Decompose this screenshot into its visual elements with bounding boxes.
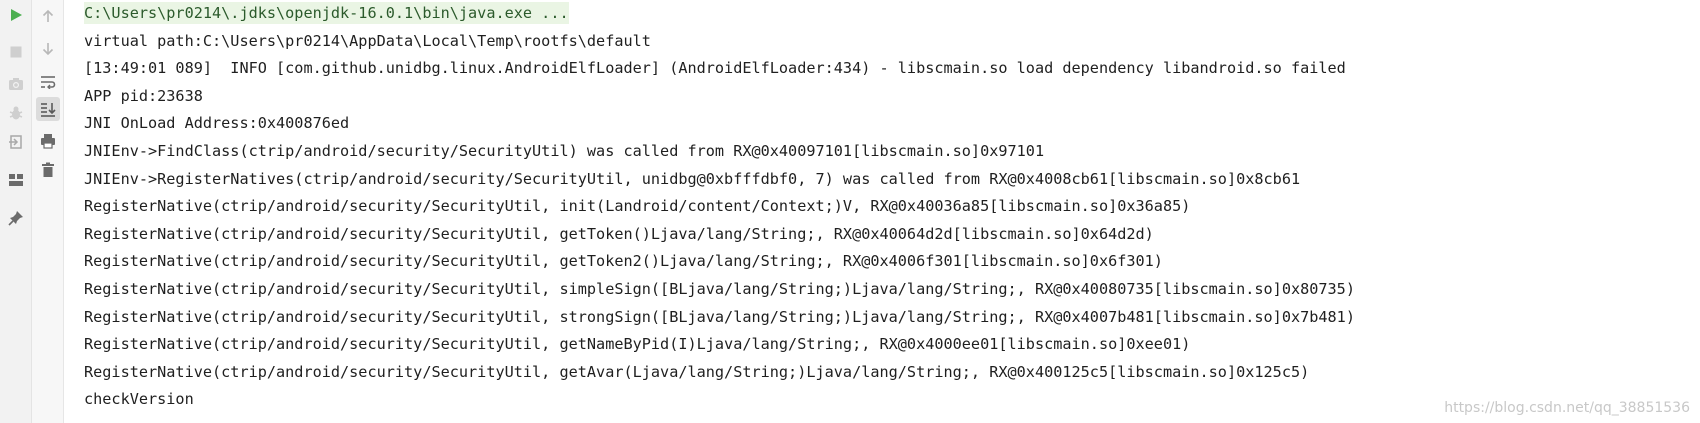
- console-line: RegisterNative(ctrip/android/security/Se…: [84, 335, 1191, 354]
- stop-button[interactable]: [4, 40, 28, 64]
- console-line: JNIEnv->FindClass(ctrip/android/security…: [84, 141, 1045, 160]
- console-line: RegisterNative(ctrip/android/security/Se…: [84, 307, 1355, 326]
- console-line: APP pid:23638: [84, 86, 203, 105]
- camera-icon: [9, 78, 23, 90]
- layout-icon: [9, 174, 23, 186]
- previous-occurrence-button[interactable]: [36, 4, 60, 28]
- run-toolbar: [0, 0, 32, 423]
- scroll-to-end-icon: [41, 103, 56, 117]
- trash-icon: [42, 162, 54, 177]
- exit-button[interactable]: [4, 130, 28, 154]
- print-icon: [41, 134, 55, 149]
- rerun-button[interactable]: [4, 3, 28, 27]
- console-line: JNI OnLoad Address:0x400876ed: [84, 114, 350, 133]
- arrow-up-icon: [42, 9, 54, 22]
- console-line: [13:49:01 089] INFO [com.github.unidbg.l…: [84, 59, 1346, 78]
- print-button[interactable]: [36, 129, 60, 153]
- command-text[interactable]: C:\Users\pr0214\.jdks\openjdk-16.0.1\bin…: [84, 2, 569, 24]
- console-line: RegisterNative(ctrip/android/security/Se…: [84, 279, 1355, 298]
- exit-icon: [9, 135, 22, 149]
- console-line: RegisterNative(ctrip/android/security/Se…: [84, 197, 1191, 216]
- console-line: RegisterNative(ctrip/android/security/Se…: [84, 224, 1154, 243]
- console-line: virtual path:C:\Users\pr0214\AppData\Loc…: [84, 31, 651, 50]
- console-line: RegisterNative(ctrip/android/security/Se…: [84, 252, 1163, 271]
- scroll-to-end-button[interactable]: [36, 97, 60, 121]
- dump-threads-button[interactable]: [4, 72, 28, 96]
- soft-wrap-button[interactable]: [36, 70, 60, 94]
- stop-icon: [10, 46, 22, 58]
- console-line: JNIEnv->RegisterNatives(ctrip/android/se…: [84, 169, 1301, 188]
- clear-all-button[interactable]: [36, 158, 60, 182]
- next-occurrence-button[interactable]: [36, 37, 60, 61]
- debug-bug-icon: [9, 106, 23, 120]
- watermark-text: https://blog.csdn.net/qq_38851536: [1444, 400, 1690, 416]
- debug-button[interactable]: [4, 101, 28, 125]
- console-toolbar: [32, 0, 64, 423]
- restore-layout-button[interactable]: [4, 168, 28, 192]
- console-line: RegisterNative(ctrip/android/security/Se…: [84, 362, 1310, 381]
- run-icon: [11, 9, 22, 21]
- console-output[interactable]: C:\Users\pr0214\.jdks\openjdk-16.0.1\bin…: [64, 0, 1700, 423]
- console-command-line[interactable]: C:\Users\pr0214\.jdks\openjdk-16.0.1\bin…: [84, 0, 1700, 28]
- arrow-down-icon: [42, 43, 54, 56]
- pin-icon: [8, 211, 23, 226]
- soft-wrap-icon: [41, 76, 56, 89]
- pin-tab-button[interactable]: [4, 206, 28, 230]
- run-console-window: C:\Users\pr0214\.jdks\openjdk-16.0.1\bin…: [0, 0, 1700, 423]
